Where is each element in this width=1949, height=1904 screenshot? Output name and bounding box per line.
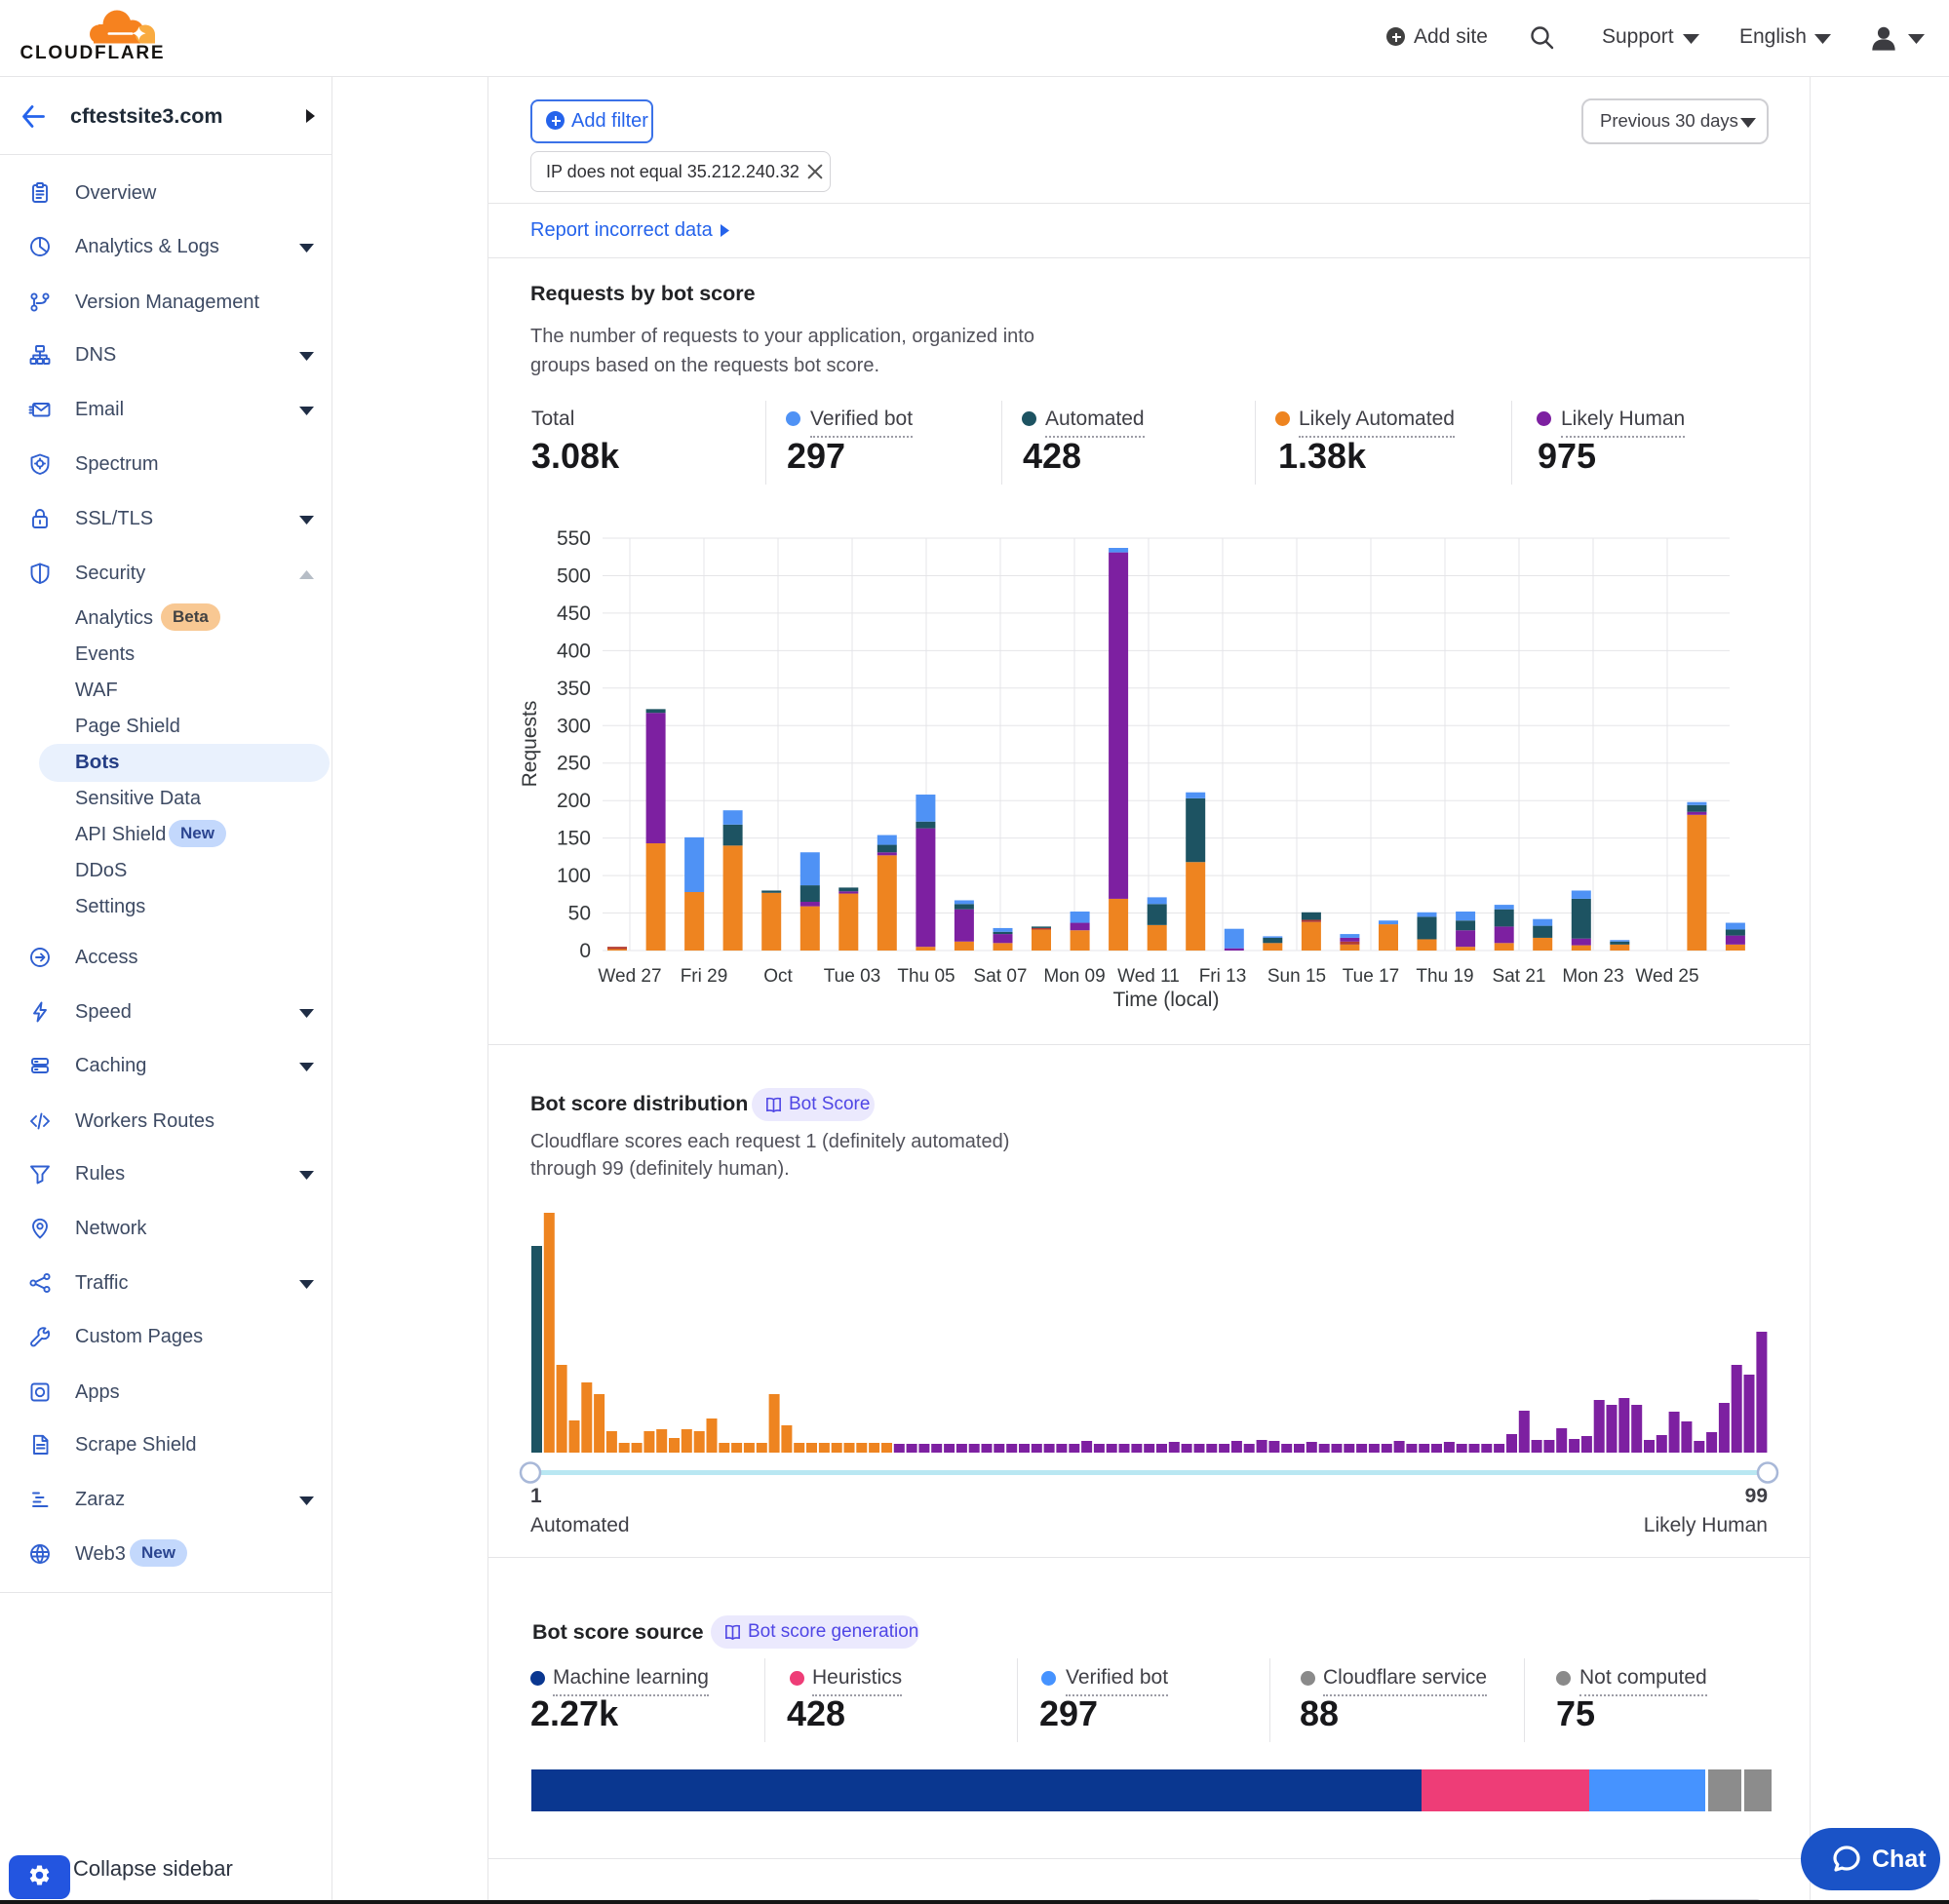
svg-text:50: 50 — [568, 903, 591, 925]
svg-text:Fri 29: Fri 29 — [681, 966, 728, 987]
svg-text:Requests: Requests — [519, 701, 541, 788]
svg-text:500: 500 — [557, 565, 591, 588]
svg-text:Wed 27: Wed 27 — [598, 966, 661, 987]
svg-text:Tue 03: Tue 03 — [824, 966, 880, 987]
svg-text:Thu 19: Thu 19 — [1416, 966, 1473, 987]
svg-text:Time (local): Time (local) — [1113, 989, 1220, 1011]
svg-text:Tue 17: Tue 17 — [1343, 966, 1399, 987]
svg-text:Oct: Oct — [763, 966, 793, 987]
svg-text:Mon 09: Mon 09 — [1043, 966, 1105, 987]
svg-text:Sun 15: Sun 15 — [1267, 966, 1326, 987]
svg-text:Wed 11: Wed 11 — [1117, 966, 1180, 987]
svg-text:350: 350 — [557, 678, 591, 700]
svg-text:Wed 25: Wed 25 — [1635, 966, 1698, 987]
svg-text:100: 100 — [557, 865, 591, 887]
svg-text:400: 400 — [557, 640, 591, 662]
svg-text:450: 450 — [557, 602, 591, 625]
svg-text:300: 300 — [557, 715, 591, 737]
svg-text:Fri 13: Fri 13 — [1199, 966, 1247, 987]
svg-text:550: 550 — [557, 527, 591, 550]
svg-text:Sat 21: Sat 21 — [1493, 966, 1546, 987]
svg-text:Sat 07: Sat 07 — [974, 966, 1028, 987]
svg-text:Mon 23: Mon 23 — [1562, 966, 1623, 987]
svg-text:150: 150 — [557, 828, 591, 850]
svg-text:200: 200 — [557, 790, 591, 812]
svg-text:0: 0 — [579, 940, 591, 962]
svg-text:Thu 05: Thu 05 — [897, 966, 955, 987]
svg-text:250: 250 — [557, 753, 591, 775]
